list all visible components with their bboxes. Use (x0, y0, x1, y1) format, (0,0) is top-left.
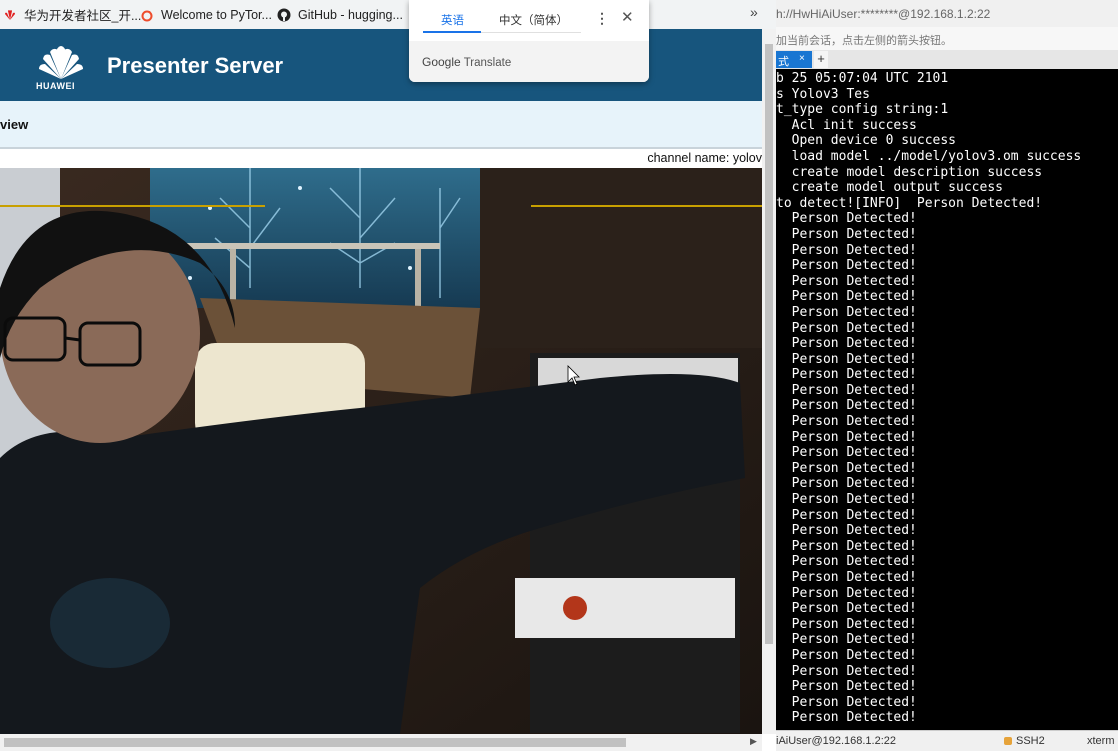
terminal-line: Person Detected! (776, 679, 917, 695)
terminal-line: Person Detected! (776, 242, 917, 258)
add-tab-button[interactable]: + (814, 51, 828, 68)
bookmark-label: 华为开发者社区_开... (24, 9, 142, 23)
terminal-session-address: h://HwHiAiUser:********@192.168.1.2:22 (776, 7, 991, 21)
scroll-right-icon[interactable]: ▶ (750, 736, 757, 747)
tab-target-language[interactable]: 中文（简体） (499, 12, 568, 28)
browser-window: 华为开发者社区_开... Welcome to PyTor... GitHub … (0, 0, 776, 751)
close-icon[interactable]: × (799, 53, 805, 64)
terminal-line: create model output success (776, 180, 1003, 196)
terminal-line: Person Detected! (776, 289, 917, 305)
bookmark-label: Welcome to PyTor... (161, 7, 272, 22)
translate-popup: 英语 中文（简体） ⋮ ✕ Google Translate (409, 0, 649, 82)
terminal-title-bar: h://HwHiAiUser:********@192.168.1.2:22 (776, 0, 1118, 27)
bookmarks-overflow-button[interactable]: » (750, 4, 758, 20)
terminal-tab-bar: 式 × + (776, 50, 1118, 69)
terminal-line: create model description success (776, 164, 1043, 180)
terminal-window: h://HwHiAiUser:********@192.168.1.2:22 加… (776, 0, 1118, 751)
status-host: iAiUser@192.168.1.2:22 (776, 735, 897, 747)
bookmark-label: GitHub - hugging... (298, 7, 403, 22)
subnav-view-label[interactable]: view (0, 117, 28, 132)
terminal-line: Person Detected! (776, 351, 917, 367)
terminal-line: load model ../model/yolov3.om success (776, 148, 1082, 164)
terminal-line: Person Detected! (776, 632, 917, 648)
terminal-line: Person Detected! (776, 647, 917, 663)
terminal-line: Person Detected! (776, 336, 917, 352)
terminal-line: Person Detected! (776, 320, 917, 336)
logo-text: HUAWEI (36, 81, 75, 91)
terminal-output[interactable]: b 25 05:07:04 UTC 2101 s Yolov3 Tes t_type… (776, 71, 1118, 729)
pytorch-icon (140, 8, 154, 22)
terminal-line: Acl init success (776, 117, 917, 133)
terminal-tab-label: 式 (778, 56, 789, 68)
close-icon[interactable]: ✕ (621, 8, 634, 26)
subnav-bar: view (0, 101, 762, 149)
terminal-line: Person Detected! (776, 429, 917, 445)
bookmark-pytorch[interactable]: Welcome to PyTor... (140, 0, 272, 29)
terminal-line: Person Detected! (776, 211, 917, 227)
terminal-line: Person Detected! (776, 304, 917, 320)
active-tab-indicator (423, 31, 481, 33)
translate-footer: Google Translate (409, 41, 649, 82)
bookmark-github[interactable]: GitHub - hugging... (277, 0, 403, 29)
terminal-line: Person Detected! (776, 710, 917, 726)
tab-divider (481, 32, 581, 33)
status-terminal-type: xterm (1087, 735, 1115, 747)
terminal-hint-bar: 加当前会话，点击左侧的箭头按钮。 (776, 27, 1118, 51)
video-stream (0, 168, 762, 734)
terminal-line: Person Detected! (776, 694, 917, 710)
horizontal-scrollbar[interactable]: ▶ (0, 734, 762, 751)
terminal-line: to detect![INFO] Person Detected! (776, 195, 1043, 211)
lock-icon (1004, 737, 1012, 745)
channel-row: channel name: yolov (0, 149, 762, 168)
vertical-scrollbar[interactable] (762, 29, 776, 734)
bookmark-huawei[interactable]: 华为开发者社区_开... (3, 0, 141, 29)
huawei-icon (3, 8, 17, 22)
terminal-line: Person Detected! (776, 445, 917, 461)
google-translate-brand: Google Translate (422, 55, 511, 69)
terminal-line: b 25 05:07:04 UTC 2101 (776, 71, 949, 86)
bookmarks-bar: 华为开发者社区_开... Welcome to PyTor... GitHub … (0, 0, 776, 29)
terminal-line: Person Detected! (776, 476, 917, 492)
horizontal-scrollbar-thumb[interactable] (4, 738, 626, 747)
terminal-line: Person Detected! (776, 273, 917, 289)
terminal-line: s Yolov3 Tes (776, 86, 870, 102)
more-options-icon[interactable]: ⋮ (595, 10, 609, 27)
terminal-line: Person Detected! (776, 258, 917, 274)
terminal-line: t_type config string:1 (776, 102, 949, 118)
status-protocol: SSH2 (1016, 735, 1045, 747)
terminal-line: Person Detected! (776, 382, 917, 398)
terminal-line: Person Detected! (776, 507, 917, 523)
tab-source-language[interactable]: 英语 (441, 12, 464, 28)
page-title: Presenter Server (107, 53, 284, 78)
terminal-line: Person Detected! (776, 601, 917, 617)
terminal-line: Person Detected! (776, 492, 917, 508)
terminal-hint-text: 加当前会话，点击左侧的箭头按钮。 (776, 35, 952, 47)
translate-label: Translate (463, 57, 512, 69)
channel-name-label: channel name: yolov (647, 151, 762, 165)
terminal-line: Person Detected! (776, 663, 917, 679)
github-icon (277, 8, 291, 22)
vertical-scrollbar-thumb[interactable] (765, 44, 773, 644)
terminal-line: Person Detected! (776, 226, 917, 242)
google-label: Google (422, 55, 461, 69)
terminal-line: Person Detected! (776, 460, 917, 476)
terminal-line: Person Detected! (776, 570, 917, 585)
terminal-line: Person Detected! (776, 538, 917, 554)
terminal-line: Person Detected! (776, 554, 917, 570)
terminal-line: Open device 0 success (776, 133, 957, 149)
terminal-line: Person Detected! (776, 398, 917, 414)
terminal-session-tab[interactable]: 式 × (776, 51, 812, 68)
terminal-line: Person Detected! (776, 616, 917, 632)
terminal-line: Person Detected! (776, 367, 917, 383)
terminal-line: Person Detected! (776, 414, 917, 430)
terminal-line: Person Detected! (776, 523, 917, 539)
terminal-line: Person Detected! (776, 585, 917, 601)
terminal-status-bar: iAiUser@192.168.1.2:22 SSH2 xterm (776, 730, 1118, 751)
